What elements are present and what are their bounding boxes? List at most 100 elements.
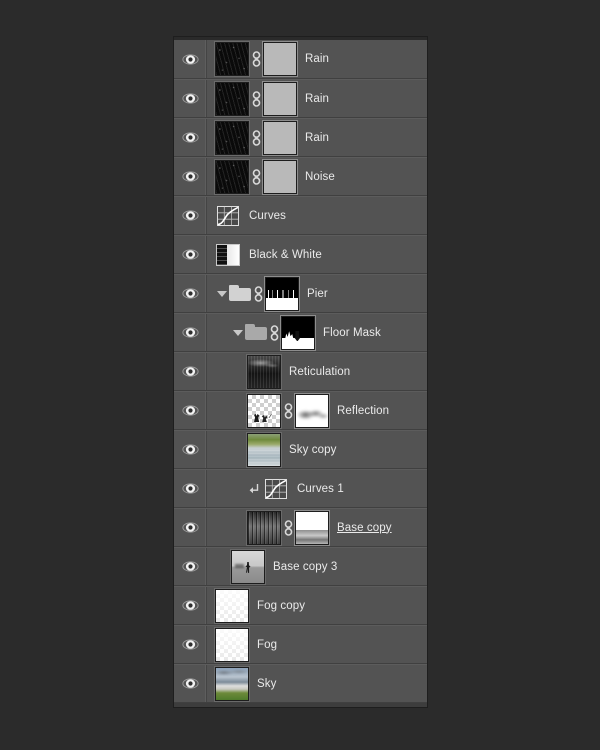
layer-row[interactable]: Rain xyxy=(174,79,427,118)
layer-row[interactable]: Fog copy xyxy=(174,586,427,625)
layer-name[interactable]: Black & White xyxy=(249,248,322,262)
layer-row[interactable]: Base copy 3 xyxy=(174,547,427,586)
layer-row[interactable]: Pier xyxy=(174,274,427,313)
layer-row[interactable]: Base copy xyxy=(174,508,427,547)
layer-visibility-toggle[interactable] xyxy=(174,158,207,195)
layer-row[interactable]: Rain xyxy=(174,40,427,79)
layer-name[interactable]: Rain xyxy=(305,52,329,66)
layer-row[interactable]: Reflection xyxy=(174,391,427,430)
layer-row[interactable]: Fog xyxy=(174,625,427,664)
layer-visibility-toggle[interactable] xyxy=(174,236,207,273)
layer-name[interactable]: Noise xyxy=(305,170,335,184)
layer-mask-thumbnail[interactable] xyxy=(263,159,297,194)
layer-name[interactable]: Sky copy xyxy=(289,443,336,457)
layer-mask-thumbnail[interactable] xyxy=(295,510,329,545)
layer-visibility-toggle[interactable] xyxy=(174,119,207,156)
layer-name[interactable]: Curves xyxy=(249,209,286,223)
layer-thumbnail[interactable] xyxy=(215,81,249,116)
layer-mask-thumbnail[interactable] xyxy=(265,276,299,311)
layer-content: Fog xyxy=(207,626,427,663)
link-icon[interactable] xyxy=(267,324,281,342)
link-icon[interactable] xyxy=(251,285,265,303)
layer-visibility-toggle[interactable] xyxy=(174,353,207,390)
link-icon[interactable] xyxy=(249,50,263,68)
layer-visibility-toggle[interactable] xyxy=(174,470,207,507)
layer-thumbnail[interactable] xyxy=(247,432,281,467)
link-icon[interactable] xyxy=(249,168,263,186)
layer-name[interactable]: Fog xyxy=(257,638,277,652)
layer-name[interactable]: Rain xyxy=(305,131,329,145)
layer-row[interactable]: Reticulation xyxy=(174,352,427,391)
layer-name[interactable]: Fog copy xyxy=(257,599,305,613)
layer-row[interactable]: Curves xyxy=(174,196,427,235)
layer-row[interactable]: Floor Mask xyxy=(174,313,427,352)
layer-content: Rain xyxy=(207,119,427,156)
layer-name[interactable]: Curves 1 xyxy=(297,482,344,496)
layer-visibility-toggle[interactable] xyxy=(174,40,207,78)
layer-visibility-toggle[interactable] xyxy=(174,431,207,468)
layer-name[interactable]: Reflection xyxy=(337,404,389,418)
layer-thumbnail[interactable] xyxy=(231,549,265,584)
layer-name[interactable]: Base copy 3 xyxy=(273,560,337,574)
layer-visibility-toggle[interactable] xyxy=(174,197,207,234)
layer-name[interactable]: Base copy xyxy=(337,521,392,535)
layer-thumbnail[interactable] xyxy=(247,510,281,545)
layer-thumbnail[interactable] xyxy=(215,159,249,194)
layer-visibility-toggle[interactable] xyxy=(174,665,207,702)
link-icon[interactable] xyxy=(249,90,263,108)
layer-visibility-toggle[interactable] xyxy=(174,314,207,351)
link-icon[interactable] xyxy=(281,519,295,537)
layer-mask-thumbnail[interactable] xyxy=(263,42,297,76)
layer-thumbnail[interactable] xyxy=(215,120,249,155)
indent-spacer xyxy=(207,98,215,99)
layer-content: Black & White xyxy=(207,236,427,273)
layer-thumbnail[interactable] xyxy=(215,42,249,76)
link-icon[interactable] xyxy=(281,402,295,420)
layer-mask-thumbnail[interactable] xyxy=(281,315,315,350)
layer-visibility-toggle[interactable] xyxy=(174,626,207,663)
indent-spacer xyxy=(207,254,215,255)
layers-list[interactable]: Rain Rain Rain Noise Curves Black & White Pier… xyxy=(174,40,427,703)
layer-thumbnail[interactable] xyxy=(215,588,249,623)
folder-icon[interactable] xyxy=(245,324,267,341)
layer-content: Curves 1 xyxy=(207,470,427,507)
layer-name[interactable]: Pier xyxy=(307,287,328,301)
eye-icon xyxy=(181,639,199,650)
layer-name[interactable]: Sky xyxy=(257,677,276,691)
layer-row[interactable]: Sky copy xyxy=(174,430,427,469)
layer-visibility-toggle[interactable] xyxy=(174,548,207,585)
layer-mask-thumbnail[interactable] xyxy=(295,393,329,428)
layer-visibility-toggle[interactable] xyxy=(174,275,207,312)
eye-icon xyxy=(181,288,199,299)
link-icon[interactable] xyxy=(249,129,263,147)
folder-icon[interactable] xyxy=(229,285,251,302)
layer-thumbnail[interactable] xyxy=(215,666,249,701)
layer-name[interactable]: Reticulation xyxy=(289,365,350,379)
eye-icon xyxy=(181,53,199,65)
eye-icon xyxy=(181,327,199,338)
layer-visibility-toggle[interactable] xyxy=(174,80,207,117)
layer-thumbnail[interactable] xyxy=(215,627,249,662)
indent-spacer xyxy=(207,371,247,372)
layer-visibility-toggle[interactable] xyxy=(174,509,207,546)
triangle-down-icon[interactable] xyxy=(231,326,245,340)
layer-mask-thumbnail[interactable] xyxy=(263,120,297,155)
layer-row[interactable]: Curves 1 xyxy=(174,469,427,508)
layer-row[interactable]: Noise xyxy=(174,157,427,196)
layer-thumbnail[interactable] xyxy=(247,393,281,428)
layer-row[interactable]: Black & White xyxy=(174,235,427,274)
triangle-down-icon[interactable] xyxy=(215,287,229,301)
curves-icon[interactable] xyxy=(215,204,241,228)
eye-icon xyxy=(181,366,199,377)
layer-visibility-toggle[interactable] xyxy=(174,392,207,429)
layers-panel: Rain Rain Rain Noise Curves Black & White Pier… xyxy=(173,36,428,708)
curves-icon[interactable] xyxy=(263,477,289,501)
layer-visibility-toggle[interactable] xyxy=(174,587,207,624)
layer-name[interactable]: Rain xyxy=(305,92,329,106)
layer-row[interactable]: Sky xyxy=(174,664,427,703)
layer-mask-thumbnail[interactable] xyxy=(263,81,297,116)
black-white-icon[interactable] xyxy=(215,243,241,267)
layer-thumbnail[interactable] xyxy=(247,354,281,389)
layer-name[interactable]: Floor Mask xyxy=(323,326,381,340)
layer-row[interactable]: Rain xyxy=(174,118,427,157)
